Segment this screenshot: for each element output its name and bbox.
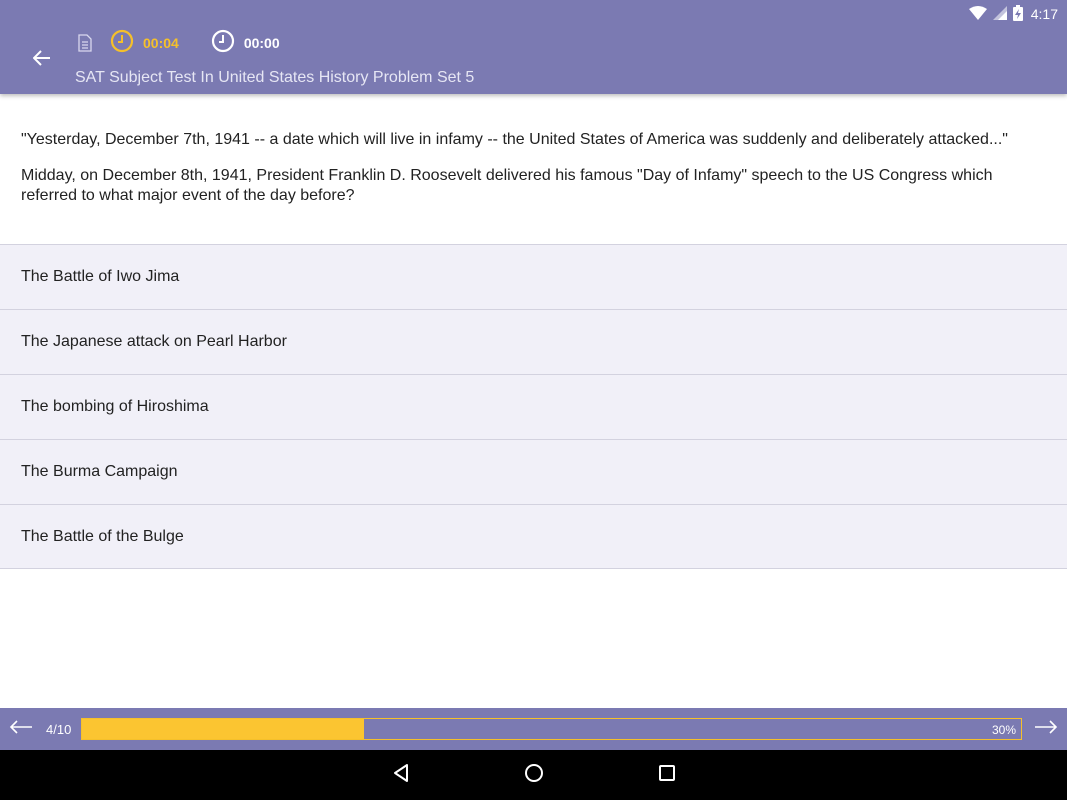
back-arrow-icon [32, 49, 51, 71]
question-timer: 00:04 [110, 29, 179, 58]
next-question-button[interactable] [1033, 717, 1059, 741]
system-home-button[interactable] [522, 763, 546, 787]
answer-option[interactable]: The bombing of Hiroshima [0, 374, 1067, 439]
square-recents-icon [657, 763, 677, 788]
total-timer-value: 00:00 [243, 35, 280, 51]
answer-option[interactable]: The Battle of Iwo Jima [0, 244, 1067, 309]
progress-percent: 30% [991, 723, 1016, 737]
clock-icon [211, 29, 244, 58]
page-count: 4/10 [46, 722, 72, 737]
status-time: 4:17 [1030, 6, 1058, 22]
system-nav-bar [0, 750, 1067, 800]
signal-icon [992, 5, 1007, 23]
wifi-icon [968, 5, 987, 23]
system-recents-button[interactable] [655, 763, 679, 787]
progress-fill [82, 719, 364, 739]
system-back-button[interactable] [389, 763, 413, 787]
question-timer-value: 00:04 [143, 35, 179, 51]
answer-list: The Battle of Iwo Jima The Japanese atta… [0, 244, 1067, 569]
arrow-left-icon [9, 719, 33, 739]
progress-track: 30% [81, 718, 1022, 740]
question-quote: "Yesterday, December 7th, 1941 -- a date… [21, 131, 1008, 148]
previous-question-button[interactable] [8, 717, 34, 741]
progress-bar-container: 4/10 30% [0, 708, 1067, 750]
triangle-back-icon [391, 763, 411, 788]
battery-charging-icon [1012, 4, 1023, 24]
timers: 00:04 00:00 [78, 29, 312, 58]
answer-option[interactable]: The Battle of the Bulge [0, 504, 1067, 569]
answer-option[interactable]: The Japanese attack on Pearl Harbor [0, 309, 1067, 374]
total-timer: 00:00 [211, 29, 280, 58]
question-prompt: Midday, on December 8th, 1941, President… [21, 167, 993, 204]
arrow-right-icon [1034, 719, 1058, 739]
clock-icon [110, 29, 143, 58]
question: "Yesterday, December 7th, 1941 -- a date… [21, 130, 1051, 222]
status-bar: 4:17 [968, 4, 1058, 24]
answer-option[interactable]: The Burma Campaign [0, 439, 1067, 504]
circle-home-icon [524, 763, 544, 788]
document-icon[interactable] [78, 33, 96, 53]
page-title: SAT Subject Test In United States Histor… [75, 69, 475, 86]
back-button[interactable] [26, 44, 58, 76]
app-bar: 4:17 00:04 00:00 SAT Subject Test In Uni… [0, 0, 1067, 94]
